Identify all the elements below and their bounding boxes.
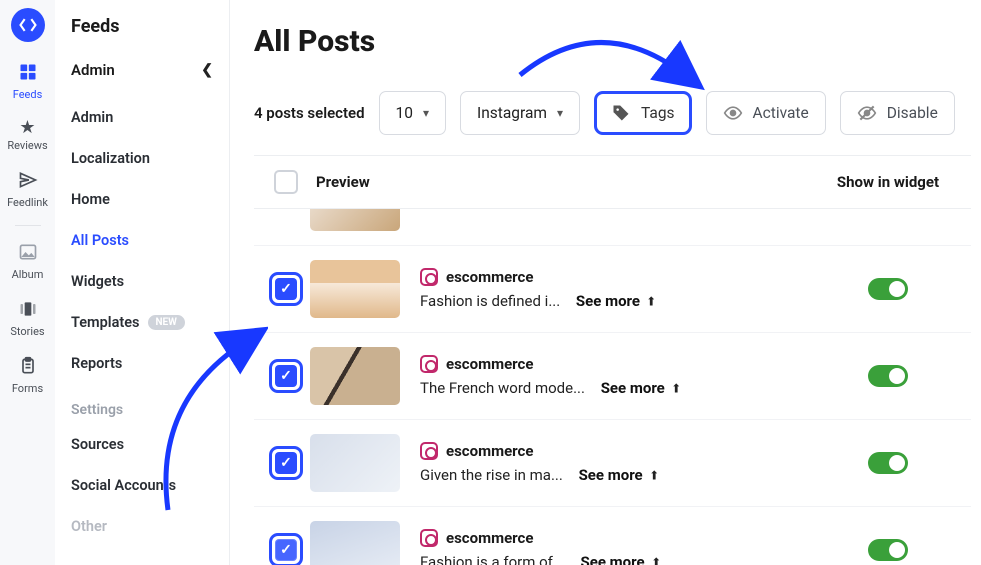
page-title: All Posts — [254, 24, 971, 59]
post-thumbnail[interactable] — [310, 347, 400, 405]
row-checkbox[interactable]: ✓ — [269, 533, 303, 565]
tag-icon — [611, 103, 631, 123]
sidebar-link-other[interactable]: Other — [55, 506, 229, 547]
post-snippet: Fashion is defined i... — [420, 292, 560, 310]
sidebar-link-home[interactable]: Home — [55, 179, 229, 220]
instagram-icon — [420, 268, 438, 286]
table-row: ✓ escommerce The French word mode... See… — [254, 333, 971, 420]
sidebar-title: Feeds — [55, 12, 229, 51]
star-icon: ★ — [19, 119, 35, 137]
image-icon — [18, 242, 38, 266]
rail-item-forms[interactable]: Forms — [0, 350, 55, 401]
post-thumbnail[interactable] — [310, 209, 400, 231]
show-in-widget-toggle[interactable] — [868, 452, 908, 474]
page-size-select[interactable]: 10 ▾ — [379, 91, 446, 135]
sidebar-link-social-accounts[interactable]: Social Accounts — [55, 465, 229, 506]
rail-item-stories[interactable]: Stories — [0, 293, 55, 344]
external-link-icon: ⬈ — [667, 379, 684, 396]
tags-button[interactable]: Tags — [594, 91, 692, 135]
sidebar-link-reports[interactable]: Reports — [55, 343, 229, 384]
sidebar-link-widgets[interactable]: Widgets — [55, 261, 229, 302]
post-snippet: Given the rise in ma... — [420, 466, 563, 484]
post-username: escommerce — [446, 442, 533, 460]
chevron-down-icon: ▾ — [557, 106, 563, 120]
sidebar-link-templates[interactable]: Templates NEW — [55, 302, 229, 343]
activate-button[interactable]: Activate — [706, 91, 826, 135]
post-thumbnail[interactable] — [310, 260, 400, 318]
table-row: ✓ escommerce Fashion is defined i... See… — [254, 246, 971, 333]
post-snippet: Fashion is a form of... — [420, 553, 565, 565]
rail-item-feedlink[interactable]: Feedlink — [0, 164, 55, 215]
col-preview-header: Preview — [310, 173, 813, 191]
see-more-link[interactable]: See more — [581, 553, 645, 565]
post-username: escommerce — [446, 268, 533, 286]
see-more-link[interactable]: See more — [579, 466, 643, 484]
sidebar-link-sources[interactable]: Sources — [55, 424, 229, 465]
vertical-nav-rail: Feeds ★ Reviews Feedlink Album Stories — [0, 0, 55, 565]
sidebar-link-localization[interactable]: Localization — [55, 138, 229, 179]
row-checkbox[interactable]: ✓ — [269, 359, 303, 393]
external-link-icon: ⬈ — [647, 553, 664, 565]
post-thumbnail[interactable] — [310, 434, 400, 492]
row-checkbox[interactable]: ✓ — [269, 272, 303, 306]
chevron-left-icon: ❮ — [201, 62, 213, 78]
table-row: ✓ escommerce Given the rise in ma... See… — [254, 420, 971, 507]
stories-icon — [18, 299, 38, 323]
instagram-icon — [420, 529, 438, 547]
sidebar-link-admin[interactable]: Admin — [55, 97, 229, 138]
table-row: ✓ escommerce Fashion is a form of... See… — [254, 507, 971, 565]
grid-icon — [18, 62, 38, 86]
chevron-down-icon: ▾ — [423, 106, 429, 120]
new-badge: NEW — [148, 315, 185, 330]
select-all-checkbox[interactable] — [274, 170, 298, 194]
post-username: escommerce — [446, 355, 533, 373]
disable-button[interactable]: Disable — [840, 91, 955, 135]
eye-icon — [723, 103, 743, 123]
app-logo[interactable] — [11, 8, 45, 42]
instagram-icon — [420, 355, 438, 373]
table-row — [254, 209, 971, 246]
sidebar-section-settings: Settings — [55, 384, 229, 424]
show-in-widget-toggle[interactable] — [868, 539, 908, 561]
selected-count: 4 posts selected — [254, 104, 365, 122]
see-more-link[interactable]: See more — [601, 379, 665, 397]
bulk-action-toolbar: 4 posts selected 10 ▾ Instagram ▾ Tags A… — [254, 91, 971, 135]
send-icon — [18, 170, 38, 194]
external-link-icon: ⬈ — [645, 466, 662, 483]
source-select[interactable]: Instagram ▾ — [460, 91, 580, 135]
sidebar-group-admin[interactable]: Admin ❮ — [55, 51, 229, 97]
instagram-icon — [420, 442, 438, 460]
external-link-icon: ⬈ — [643, 292, 660, 309]
clipboard-icon — [18, 356, 38, 380]
rail-item-reviews[interactable]: ★ Reviews — [0, 113, 55, 158]
sidebar-link-all-posts[interactable]: All Posts — [55, 220, 229, 261]
table-header: Preview Show in widget — [254, 155, 971, 209]
post-username: escommerce — [446, 529, 533, 547]
see-more-link[interactable]: See more — [576, 292, 640, 310]
post-thumbnail[interactable] — [310, 521, 400, 565]
rail-item-album[interactable]: Album — [0, 236, 55, 287]
row-checkbox[interactable]: ✓ — [269, 446, 303, 480]
main-content: All Posts 4 posts selected 10 ▾ Instagra… — [230, 0, 981, 565]
col-widget-header: Show in widget — [813, 173, 963, 191]
show-in-widget-toggle[interactable] — [868, 278, 908, 300]
eye-off-icon — [857, 103, 877, 123]
show-in-widget-toggle[interactable] — [868, 365, 908, 387]
rail-item-feeds[interactable]: Feeds — [0, 56, 55, 107]
post-snippet: The French word mode... — [420, 379, 585, 397]
sidebar: Feeds Admin ❮ Admin Localization Home Al… — [55, 0, 230, 565]
